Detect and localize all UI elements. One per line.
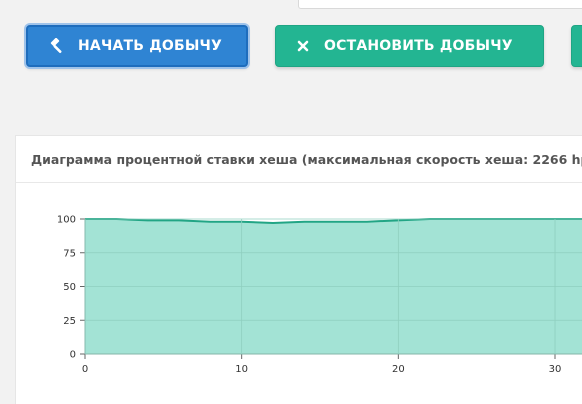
x-tick-label: 0: [82, 364, 88, 375]
hammer-icon: [48, 37, 66, 55]
y-tick-label: 100: [57, 215, 76, 226]
x-tick-label: 10: [235, 364, 248, 375]
x-tick-label: 20: [392, 364, 405, 375]
start-mining-label: НАЧАТЬ ДОБЫЧУ: [78, 38, 223, 54]
extra-action-button[interactable]: [571, 25, 582, 67]
chart-title: Диаграмма процентной ставки хеша (максим…: [31, 151, 582, 167]
close-icon: [294, 37, 312, 55]
stop-mining-button[interactable]: ОСТАНОВИТЬ ДОБЫЧУ: [275, 25, 544, 67]
panel-header: Диаграмма процентной ставки хеша (максим…: [16, 136, 582, 183]
y-tick-label: 0: [70, 350, 76, 361]
stop-mining-label: ОСТАНОВИТЬ ДОБЫЧУ: [324, 38, 513, 54]
y-tick-label: 50: [63, 282, 76, 293]
mining-page: НАЧАТЬ ДОБЫЧУ ОСТАНОВИТЬ ДОБЫЧУ Диаграмм…: [0, 0, 582, 404]
top-input-field[interactable]: [298, 0, 582, 9]
y-tick-label: 75: [63, 248, 76, 259]
y-tick-label: 25: [63, 316, 76, 327]
hashrate-chart-panel: Диаграмма процентной ставки хеша (максим…: [15, 135, 582, 404]
x-tick-label: 30: [549, 364, 562, 375]
hashrate-chart: 0 25 50 75 100 0 10 20 30: [57, 215, 582, 375]
start-mining-button[interactable]: НАЧАТЬ ДОБЫЧУ: [26, 25, 248, 67]
